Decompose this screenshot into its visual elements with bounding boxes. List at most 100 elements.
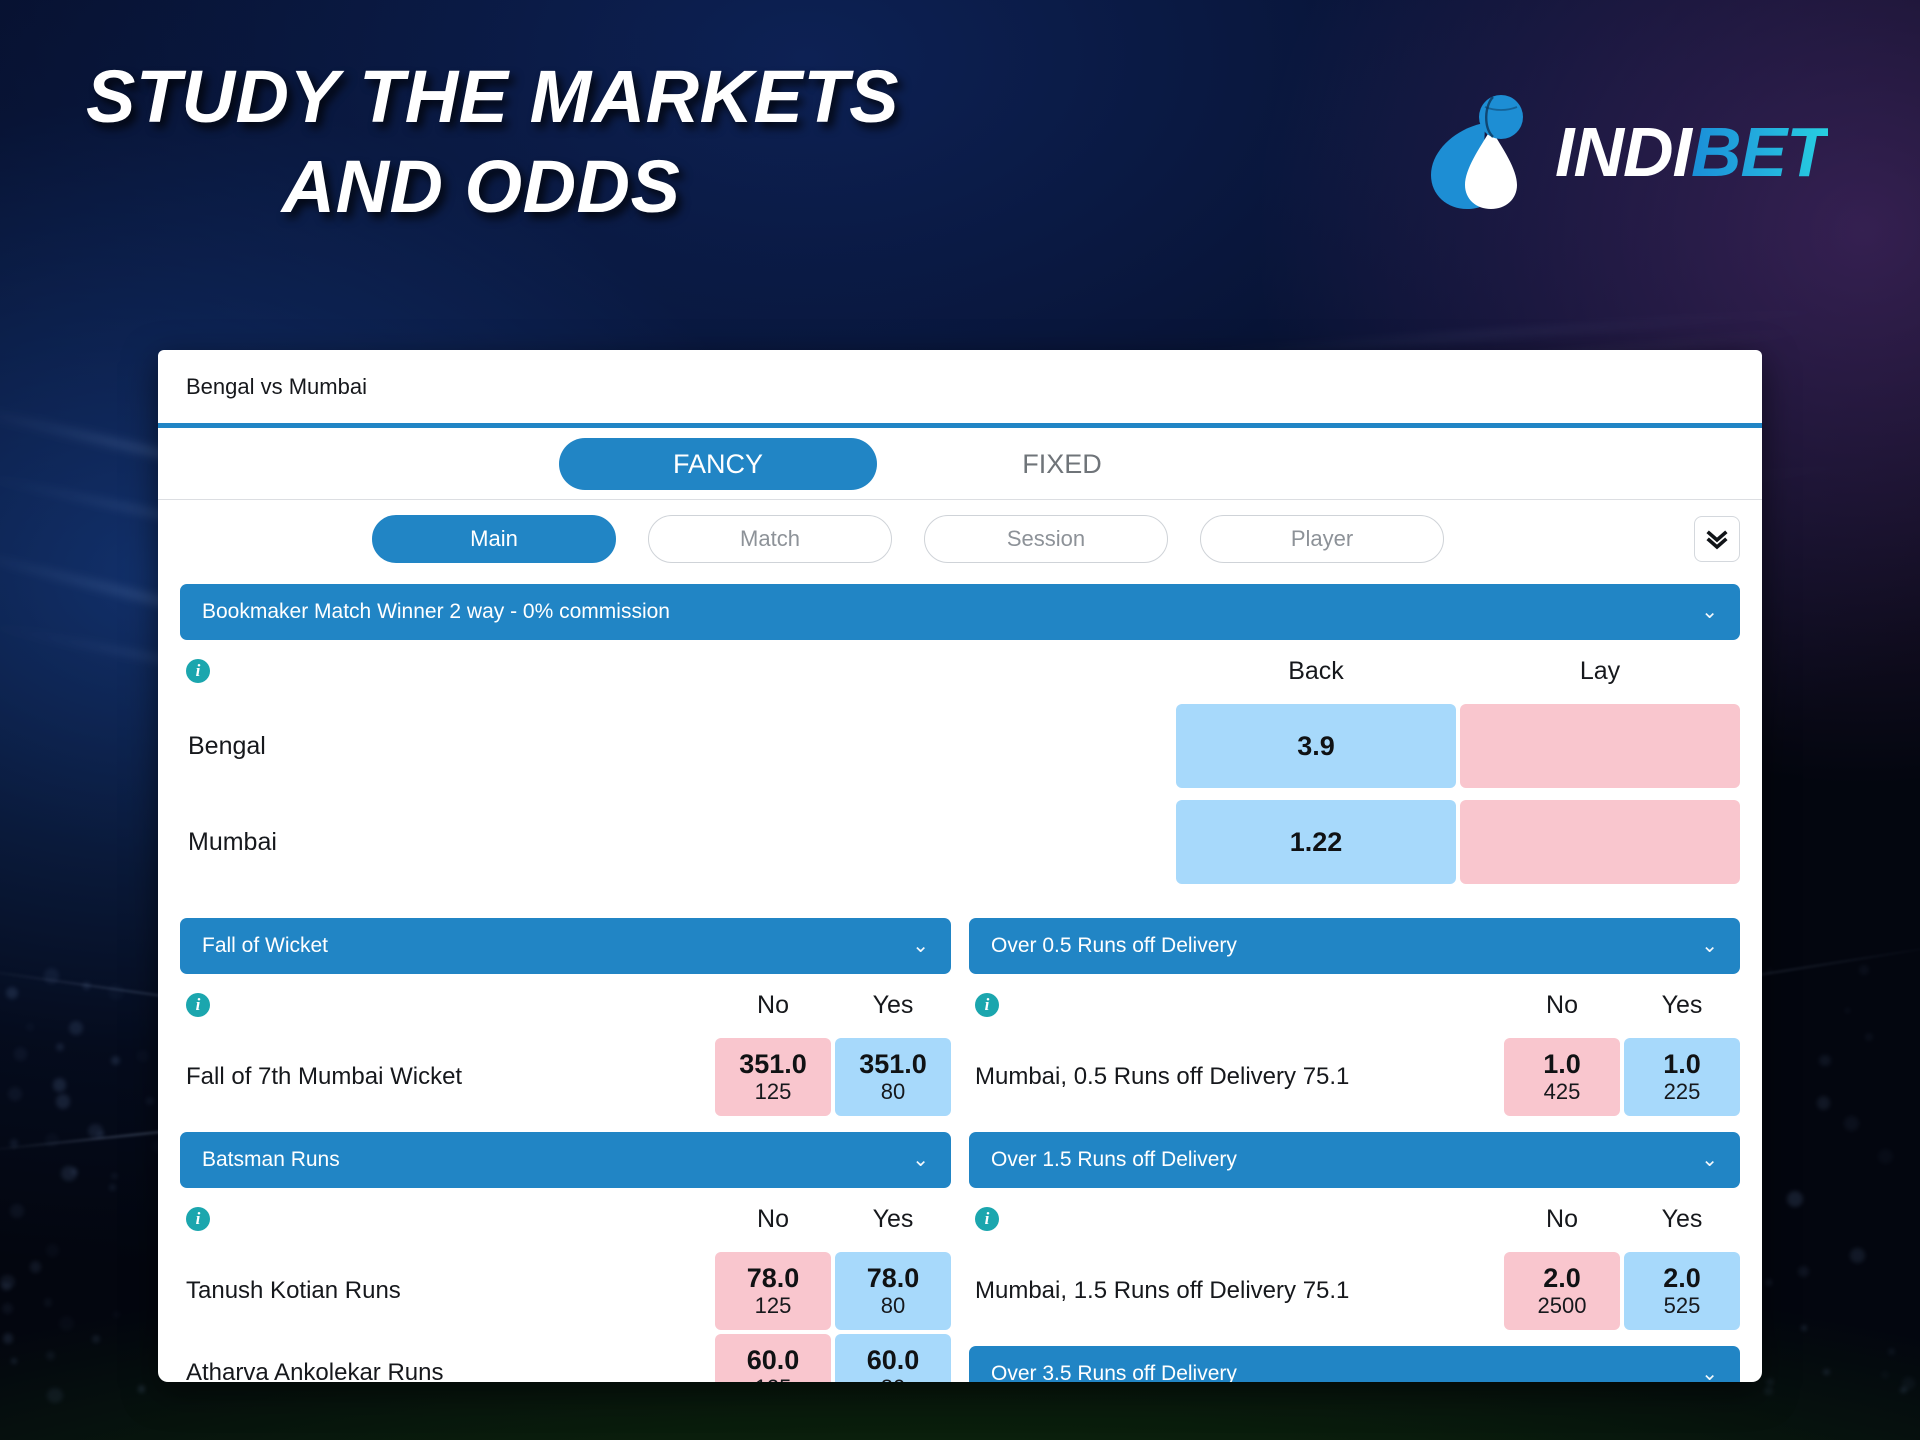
crowd-dot (111, 1173, 118, 1180)
yes-odds-cell[interactable]: 2.0 525 (1624, 1252, 1740, 1330)
market-title: Over 3.5 Runs off Delivery (991, 1362, 1237, 1382)
market-title: Fall of Wicket (202, 934, 329, 957)
crowd-dot (92, 1335, 101, 1344)
yes-odds-cell[interactable]: 1.0 225 (1624, 1038, 1740, 1116)
no-odds-size: 425 (1543, 1078, 1581, 1104)
wordmark-indi: INDI (1555, 113, 1692, 191)
no-odds-cell[interactable]: 2.0 2500 (1504, 1252, 1620, 1330)
lay-odds-cell[interactable] (1460, 704, 1740, 788)
market-header-bookmaker[interactable]: Bookmaker Match Winner 2 way - 0% commis… (180, 584, 1740, 640)
crowd-dot (59, 1316, 74, 1331)
crowd-dot (113, 1311, 120, 1318)
yes-odds-size: 80 (880, 1292, 906, 1318)
no-odds-cell[interactable]: 1.0 425 (1504, 1038, 1620, 1116)
markets-right-column: Over 0.5 Runs off Delivery ⌄ i No Yes Mu… (969, 918, 1740, 1382)
market-row: Mumbai, 1.5 Runs off Delivery 75.1 2.0 2… (969, 1250, 1740, 1332)
filter-chip-player[interactable]: Player (1200, 515, 1444, 563)
lay-odds-cell[interactable] (1460, 800, 1740, 884)
market-row: Tanush Kotian Runs 78.0 125 78.0 80 (180, 1250, 951, 1332)
crowd-dot (0, 1274, 15, 1290)
yes-odds-cell[interactable]: 351.0 80 (835, 1038, 951, 1116)
crowd-dot (1765, 1279, 1773, 1286)
crowd-dot (46, 1387, 63, 1404)
no-odds-cell[interactable]: 60.0 125 (715, 1334, 831, 1382)
crowd-dot (1816, 1096, 1831, 1110)
info-icon[interactable]: i (186, 659, 210, 683)
market-title: Over 0.5 Runs off Delivery (991, 934, 1237, 957)
crowd-dot (26, 1023, 34, 1031)
indibet-logo-mark-icon (1431, 95, 1523, 209)
crowd-dot (61, 1165, 77, 1182)
crowd-dot (43, 968, 60, 985)
market-mode-tabs: FANCY FIXED (158, 428, 1762, 500)
selection-name: Mumbai, 1.5 Runs off Delivery 75.1 (975, 1277, 1350, 1304)
column-header-yes: Yes (872, 1204, 914, 1233)
crowd-dot (146, 1096, 155, 1105)
bookmaker-column-headers: i Back Lay (180, 640, 1740, 702)
indibet-wordmark: INDIBET (1555, 112, 1829, 192)
column-headers: i No Yes (180, 1188, 951, 1250)
yes-odds-cell[interactable]: 60.0 80 (835, 1334, 951, 1382)
crowd-dot (1865, 1033, 1873, 1041)
filter-chip-group: Main Match Session Player (372, 515, 1444, 563)
crowd-dot (108, 1183, 117, 1192)
crowd-dot (83, 982, 91, 990)
yes-odds-size: 525 (1663, 1292, 1701, 1318)
yes-odds-cell[interactable]: 78.0 80 (835, 1252, 951, 1330)
crowd-dot (10, 1204, 24, 1218)
yes-odds-value: 78.0 (866, 1263, 920, 1294)
crowd-dot (2, 1302, 14, 1314)
crowd-dot (1798, 1265, 1810, 1277)
filter-chip-session[interactable]: Session (924, 515, 1168, 563)
crowd-dot (1887, 1348, 1896, 1356)
market-title: Batsman Runs (202, 1148, 340, 1171)
markets-left-column: Fall of Wicket ⌄ i No Yes Fall of 7th Mu… (180, 918, 951, 1382)
no-odds-cell[interactable]: 351.0 125 (715, 1038, 831, 1116)
yes-odds-value: 1.0 (1663, 1049, 1701, 1080)
tab-fancy[interactable]: FANCY (559, 437, 877, 490)
headline-line-2: AND ODDS (281, 145, 681, 229)
yes-odds-size: 80 (880, 1078, 906, 1104)
info-icon[interactable]: i (975, 1207, 999, 1231)
info-icon[interactable]: i (975, 993, 999, 1017)
crowd-dot (1858, 964, 1869, 975)
market-header-batsman-runs[interactable]: Batsman Runs ⌄ (180, 1132, 951, 1188)
column-header-no: No (757, 990, 789, 1019)
chevron-down-icon: ⌄ (1701, 601, 1718, 623)
crowd-dot (13, 1047, 28, 1061)
filter-chip-match[interactable]: Match (648, 515, 892, 563)
expand-all-button[interactable] (1694, 516, 1740, 562)
market-header-over-0-5-runs[interactable]: Over 0.5 Runs off Delivery ⌄ (969, 918, 1740, 974)
market-header-over-3-5-runs[interactable]: Over 3.5 Runs off Delivery ⌄ (969, 1346, 1740, 1382)
chevron-down-icon: ⌄ (1701, 1363, 1718, 1382)
tab-fixed[interactable]: FIXED (903, 438, 1221, 490)
market-filter-row: Main Match Session Player (158, 500, 1762, 578)
crowd-dot (1765, 1377, 1775, 1387)
market-over-0-5-runs: Over 0.5 Runs off Delivery ⌄ i No Yes Mu… (969, 918, 1740, 1118)
market-header-fall-of-wicket[interactable]: Fall of Wicket ⌄ (180, 918, 951, 974)
chevron-down-icon: ⌄ (912, 1149, 929, 1171)
no-odds-value: 2.0 (1543, 1263, 1581, 1294)
market-fall-of-wicket: Fall of Wicket ⌄ i No Yes Fall of 7th Mu… (180, 918, 951, 1118)
info-icon[interactable]: i (186, 1207, 210, 1231)
market-header-over-1-5-runs[interactable]: Over 1.5 Runs off Delivery ⌄ (969, 1132, 1740, 1188)
selection-name: Mumbai, 0.5 Runs off Delivery 75.1 (975, 1063, 1350, 1090)
crowd-dot (55, 1094, 71, 1110)
back-odds-cell[interactable]: 3.9 (1176, 704, 1456, 788)
column-header-yes: Yes (1661, 990, 1703, 1019)
selection-name: Atharva Ankolekar Runs (186, 1359, 444, 1382)
no-odds-value: 78.0 (746, 1263, 800, 1294)
market-batsman-runs: Batsman Runs ⌄ i No Yes Tanush Kotian Ru… (180, 1132, 951, 1382)
info-icon[interactable]: i (186, 993, 210, 1017)
match-title: Bengal vs Mumbai (158, 350, 1762, 428)
crowd-dot (1764, 1386, 1774, 1396)
no-odds-value: 60.0 (746, 1345, 800, 1376)
yes-odds-value: 351.0 (859, 1049, 927, 1080)
indibet-logo: INDIBET (1421, 92, 1829, 212)
market-over-3-5-runs: Over 3.5 Runs off Delivery ⌄ (969, 1346, 1740, 1382)
column-headers: i No Yes (969, 1188, 1740, 1250)
filter-chip-main[interactable]: Main (372, 515, 616, 563)
back-odds-cell[interactable]: 1.22 (1176, 800, 1456, 884)
no-odds-cell[interactable]: 78.0 125 (715, 1252, 831, 1330)
chevron-down-icon: ⌄ (912, 935, 929, 957)
